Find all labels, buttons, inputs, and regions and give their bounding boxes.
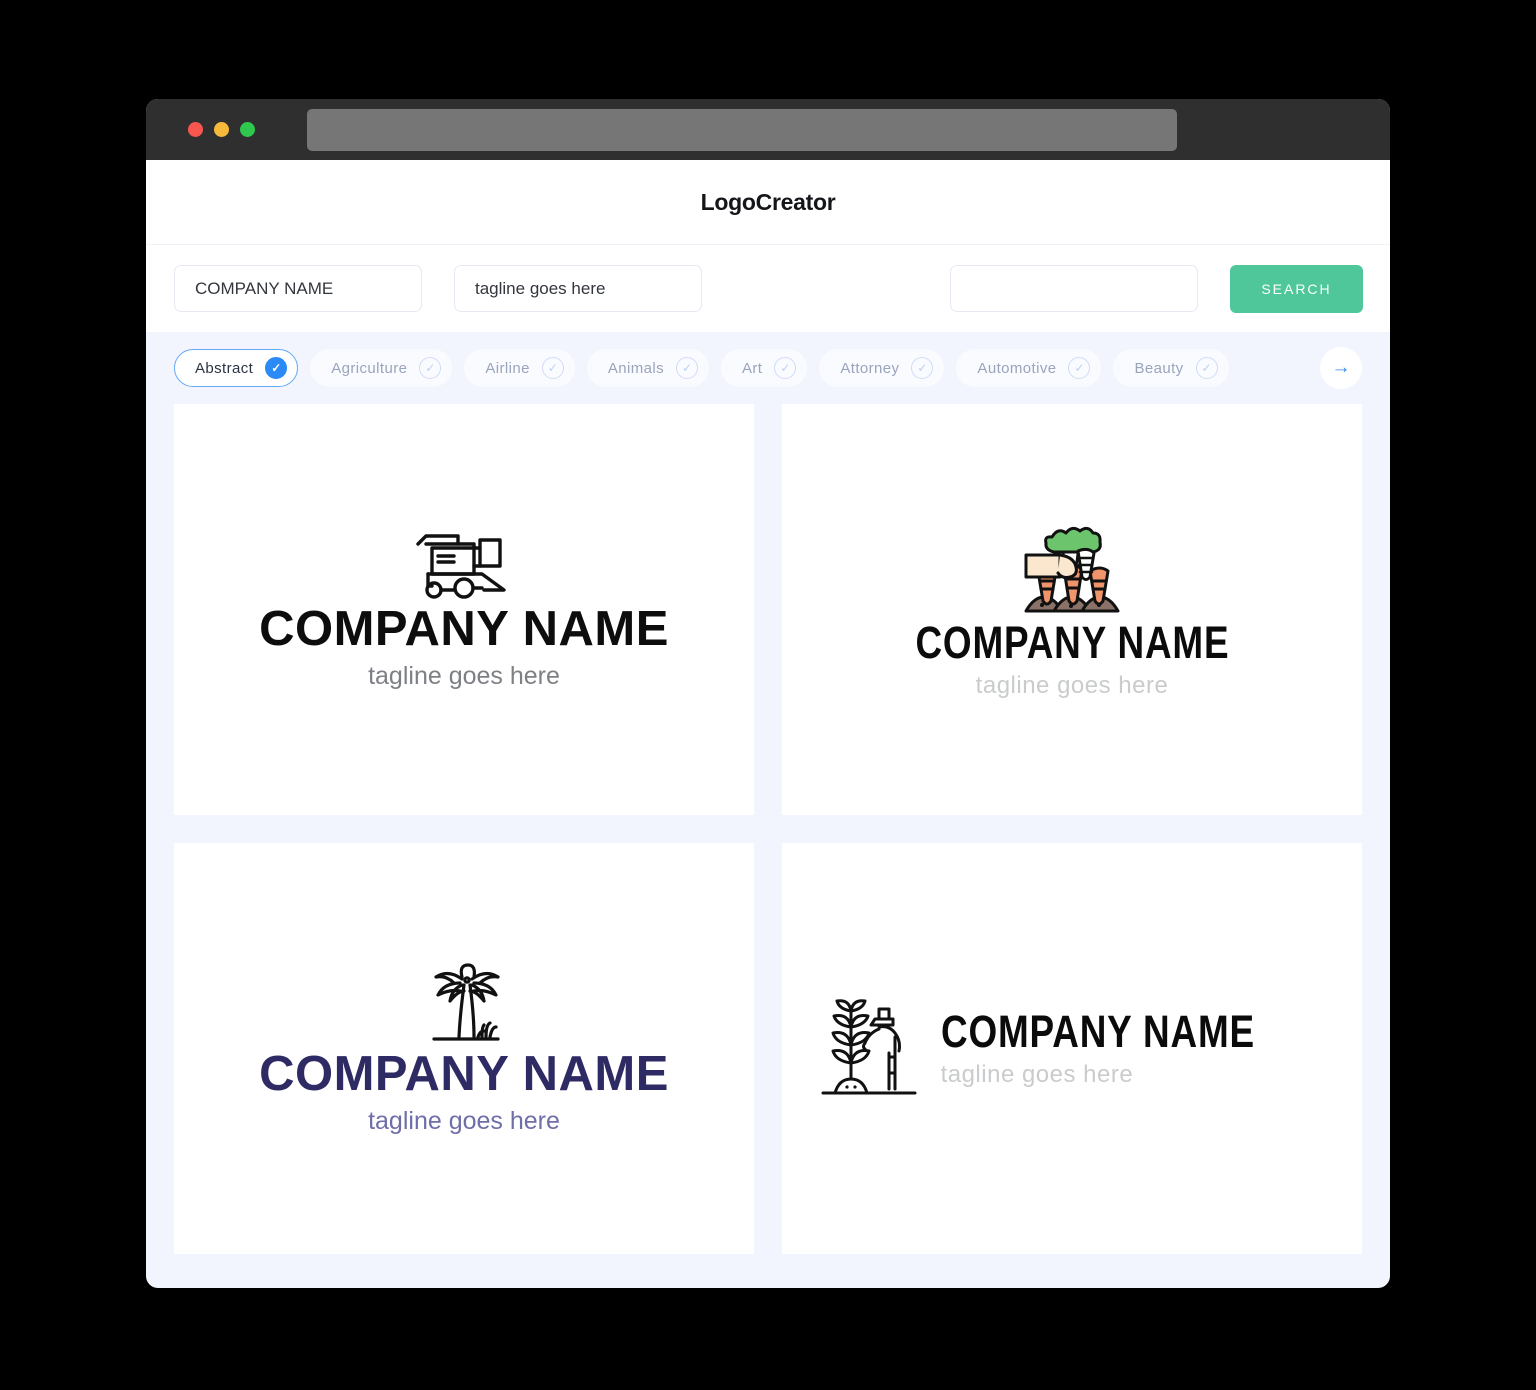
- palm-tree-icon: [432, 963, 500, 1041]
- check-icon: ✓: [774, 357, 797, 379]
- category-chip-label: Art: [741, 359, 763, 377]
- logo-card[interactable]: COMPANY NAME tagline goes here: [782, 843, 1362, 1254]
- category-chip-label: Agriculture: [331, 359, 408, 377]
- logo-company-name: COMPANY NAME: [259, 1047, 669, 1102]
- arrow-right-icon: →: [1331, 357, 1351, 378]
- logo-tagline: tagline goes here: [940, 1061, 1134, 1089]
- category-chip-attorney[interactable]: Attorney ✓: [819, 349, 945, 387]
- logo-tagline: tagline goes here: [975, 672, 1169, 700]
- category-chip-abstract[interactable]: Abstract ✓: [174, 349, 299, 387]
- check-icon: ✓: [541, 357, 564, 379]
- category-chip-label: Beauty: [1134, 359, 1184, 377]
- category-chip-agriculture[interactable]: Agriculture ✓: [310, 349, 453, 387]
- logo-company-name: COMPANY NAME: [259, 602, 669, 657]
- logo-company-name: COMPANY NAME: [915, 616, 1229, 668]
- category-chip-airline[interactable]: Airline ✓: [464, 349, 575, 387]
- check-icon: ✓: [1195, 357, 1218, 379]
- category-chip-label: Airline: [485, 359, 530, 377]
- farmer-with-plant-icon: [821, 998, 917, 1094]
- check-icon: ✓: [911, 357, 934, 379]
- category-chip-label: Attorney: [840, 359, 900, 377]
- tagline-input[interactable]: [454, 265, 702, 312]
- hand-picking-carrots-icon: [1024, 526, 1120, 613]
- app-title: LogoCreator: [700, 188, 836, 215]
- combine-harvester-icon: [416, 534, 506, 599]
- browser-window: LogoCreator SEARCH Abstract ✓ Agricultur…: [146, 99, 1390, 1288]
- window-controls: [188, 122, 255, 137]
- company-name-input[interactable]: [174, 265, 422, 312]
- check-icon: ✓: [419, 357, 442, 379]
- logo-card[interactable]: COMPANY NAME tagline goes here: [174, 843, 754, 1254]
- category-chip-automotive[interactable]: Automotive ✓: [956, 349, 1102, 387]
- search-bar: SEARCH: [146, 244, 1390, 332]
- minimize-window-button[interactable]: [214, 122, 229, 137]
- categories-next-button[interactable]: →: [1320, 347, 1362, 389]
- maximize-window-button[interactable]: [240, 122, 255, 137]
- category-chip-label: Automotive: [977, 359, 1057, 377]
- logo-card[interactable]: COMPANY NAME tagline goes here: [174, 404, 754, 815]
- logo-company-name: COMPANY NAME: [940, 1005, 1255, 1057]
- keyword-input[interactable]: [950, 265, 1198, 312]
- category-filter-bar: Abstract ✓ Agriculture ✓ Airline ✓ Anima…: [146, 332, 1390, 404]
- check-icon: ✓: [675, 357, 698, 379]
- check-icon: ✓: [265, 357, 288, 379]
- app-header: LogoCreator: [146, 160, 1390, 244]
- search-button[interactable]: SEARCH: [1230, 264, 1363, 313]
- logo-card[interactable]: COMPANY NAME tagline goes here: [782, 404, 1362, 815]
- browser-chrome-bar: [146, 99, 1390, 160]
- category-chip-animals[interactable]: Animals ✓: [586, 349, 709, 387]
- check-icon: ✓: [1068, 357, 1091, 379]
- category-chip-label: Animals: [607, 359, 664, 377]
- category-chip-label: Abstract: [195, 359, 254, 377]
- url-bar[interactable]: [307, 108, 1177, 151]
- category-chip-beauty[interactable]: Beauty ✓: [1113, 349, 1229, 387]
- logo-tagline: tagline goes here: [368, 661, 560, 690]
- logo-tagline: tagline goes here: [368, 1106, 560, 1135]
- logo-results-grid: COMPANY NAME tagline goes here COMPANY N…: [146, 404, 1390, 1282]
- category-chip-art[interactable]: Art ✓: [720, 349, 808, 387]
- close-window-button[interactable]: [188, 122, 203, 137]
